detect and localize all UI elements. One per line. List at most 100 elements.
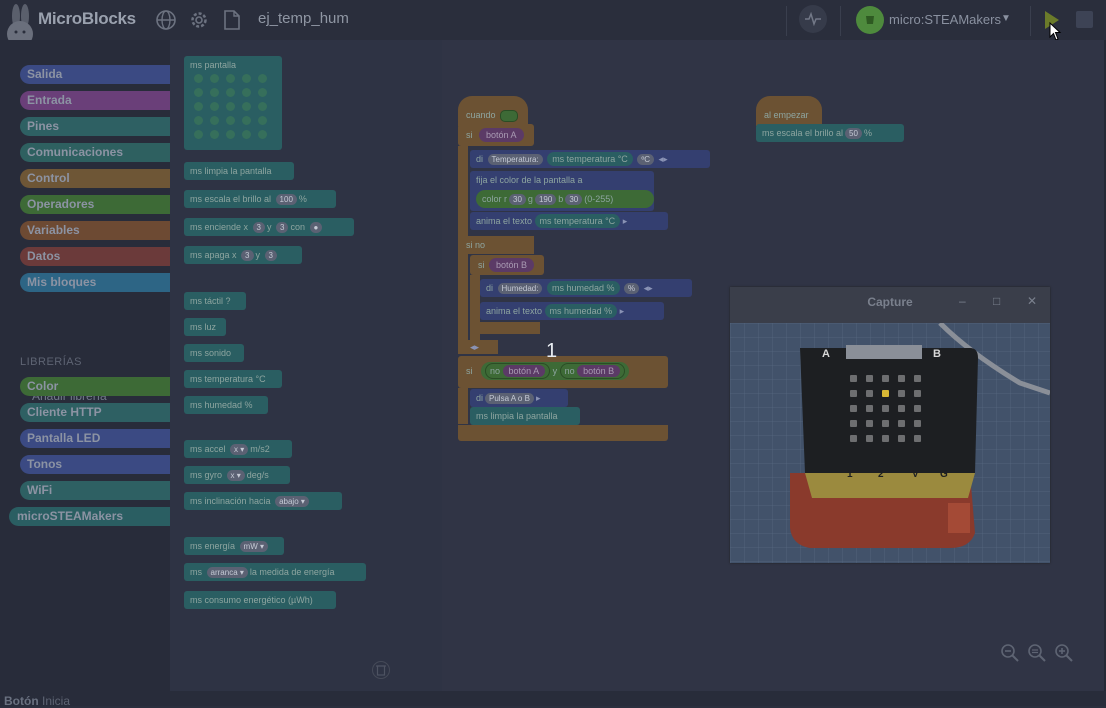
- capture-title: Capture: [867, 295, 913, 309]
- led-cell[interactable]: [226, 102, 235, 111]
- board-led: [898, 405, 905, 412]
- library-cliente-http[interactable]: Cliente HTTP: [20, 403, 170, 422]
- led-cell[interactable]: [258, 130, 267, 139]
- led-cell[interactable]: [226, 116, 235, 125]
- led-cell[interactable]: [242, 116, 251, 125]
- palette-block[interactable]: ms inclinación hacia abajo ▾: [184, 492, 342, 510]
- minimize-button[interactable]: –: [959, 294, 966, 308]
- led-cell[interactable]: [194, 74, 203, 83]
- zoom-out-icon[interactable]: [1000, 643, 1020, 663]
- clear-display-block[interactable]: ms limpia la pantalla: [470, 407, 580, 425]
- inner-if-end: [470, 322, 540, 334]
- close-button[interactable]: ✕: [1027, 294, 1037, 308]
- palette-block[interactable]: ms enciende x 3y 3 con ●: [184, 218, 354, 236]
- led-cell[interactable]: [194, 130, 203, 139]
- board-led: [882, 420, 889, 427]
- button-b-reporter[interactable]: botón B: [489, 258, 535, 272]
- palette-block[interactable]: ms arranca ▾ la medida de energía: [184, 563, 366, 581]
- zoom-in-icon[interactable]: [1054, 643, 1074, 663]
- trash-icon[interactable]: [372, 660, 390, 680]
- library-tonos[interactable]: Tonos: [20, 455, 170, 474]
- set-brightness-block[interactable]: ms escala el brillo al 50%: [756, 124, 904, 142]
- led-cell[interactable]: [210, 116, 219, 125]
- palette-block[interactable]: ms energía mW ▾: [184, 537, 284, 555]
- palette-block[interactable]: ms humedad %: [184, 396, 268, 414]
- palette-block[interactable]: ms limpia la pantalla: [184, 162, 294, 180]
- led-cell[interactable]: [194, 116, 203, 125]
- expand-arrows[interactable]: ◂▸: [464, 338, 479, 356]
- board-led: [882, 390, 889, 397]
- board-button[interactable]: [856, 6, 884, 34]
- category-mis-bloques[interactable]: Mis bloques: [20, 273, 170, 292]
- led-cell[interactable]: [258, 88, 267, 97]
- scroll-humidity-block[interactable]: anima el texto ms humedad % ▸: [480, 302, 664, 320]
- gear-icon[interactable]: [188, 9, 210, 31]
- led-cell[interactable]: [226, 130, 235, 139]
- led-cell[interactable]: [242, 130, 251, 139]
- board-label-a: A: [822, 348, 830, 360]
- led-cell[interactable]: [194, 88, 203, 97]
- button-a-reporter[interactable]: botón A: [479, 128, 524, 142]
- scroll-text-block[interactable]: anima el texto ms temperatura °C ▸: [470, 212, 668, 230]
- and-operator[interactable]: no botón A y no botón B: [481, 362, 630, 380]
- condition-slot[interactable]: [500, 109, 519, 122]
- capture-window[interactable]: Capture – □ ✕ A B 1 2 V G: [730, 287, 1050, 563]
- led-block-label: ms pantalla: [190, 60, 237, 70]
- chevron-down-icon[interactable]: ▼: [1001, 13, 1011, 24]
- library-pantalla-led[interactable]: Pantalla LED: [20, 429, 170, 448]
- led-cell[interactable]: [210, 88, 219, 97]
- toolbar-divider: [1030, 6, 1031, 36]
- graph-button[interactable]: [799, 5, 827, 33]
- board-name[interactable]: micro:STEAMakers: [889, 12, 1001, 27]
- category-pines[interactable]: Pines: [20, 117, 170, 136]
- library-microsteamakers[interactable]: microSTEAMakers: [9, 507, 170, 526]
- category-comunicaciones[interactable]: Comunicaciones: [20, 143, 170, 162]
- palette-block[interactable]: ms escala el brillo al 100%: [184, 190, 336, 208]
- category-operadores[interactable]: Operadores: [20, 195, 170, 214]
- say-pulsa-block[interactable]: di Pulsa A o B ▸: [470, 389, 568, 407]
- led-cell[interactable]: [210, 130, 219, 139]
- library-color[interactable]: Color: [20, 377, 170, 396]
- led-cell[interactable]: [242, 74, 251, 83]
- category-variables[interactable]: Variables: [20, 221, 170, 240]
- zoom-reset-icon[interactable]: [1027, 643, 1047, 663]
- led-cell[interactable]: [258, 116, 267, 125]
- say-block[interactable]: di Temperatura: ms temperatura °C ºC ◂▸: [470, 150, 710, 168]
- toolbar-divider: [840, 6, 841, 36]
- category-entrada[interactable]: Entrada: [20, 91, 170, 110]
- palette-block[interactable]: ms luz: [184, 318, 226, 336]
- led-cell[interactable]: [258, 74, 267, 83]
- palette-block[interactable]: ms accel x ▾ m/s2: [184, 440, 292, 458]
- palette-block[interactable]: ms temperatura °C: [184, 370, 282, 388]
- led-cell[interactable]: [242, 88, 251, 97]
- project-name[interactable]: ej_temp_hum: [258, 10, 349, 27]
- led-cell[interactable]: [210, 102, 219, 111]
- led-cell[interactable]: [194, 102, 203, 111]
- file-icon[interactable]: [221, 9, 243, 31]
- led-cell[interactable]: [226, 88, 235, 97]
- led-cell[interactable]: [258, 102, 267, 111]
- globe-icon[interactable]: [155, 9, 177, 31]
- led-cell[interactable]: [210, 74, 219, 83]
- palette-block[interactable]: ms sonido: [184, 344, 244, 362]
- color-rgb-reporter[interactable]: color r 30 g 190 b 30 (0-255): [476, 190, 654, 208]
- led-cell[interactable]: [242, 102, 251, 111]
- category-datos[interactable]: Datos: [20, 247, 170, 266]
- say-humidity-block[interactable]: di Humedad: ms humedad % % ◂▸: [480, 279, 692, 297]
- category-control[interactable]: Control: [20, 169, 170, 188]
- maximize-button[interactable]: □: [993, 294, 1000, 308]
- board-led: [882, 375, 889, 382]
- webcam-photo: A B 1 2 V G: [730, 323, 1050, 563]
- palette-block[interactable]: ms consumo energético (µWh): [184, 591, 336, 609]
- palette-block[interactable]: ms táctil ?: [184, 292, 246, 310]
- category-salida[interactable]: Salida: [20, 65, 170, 84]
- board-led: [850, 375, 857, 382]
- library-wifi[interactable]: WiFi: [20, 481, 170, 500]
- palette-block[interactable]: ms gyro x ▾ deg/s: [184, 466, 290, 484]
- led-matrix-block[interactable]: ms pantalla: [184, 56, 282, 150]
- stop-icon[interactable]: [1076, 11, 1093, 28]
- palette-block[interactable]: ms apaga x 3y 3: [184, 246, 302, 264]
- when-started-label: al empezar: [764, 110, 809, 120]
- led-cell[interactable]: [226, 74, 235, 83]
- if-or-label: si no botón A y no botón B: [460, 362, 630, 380]
